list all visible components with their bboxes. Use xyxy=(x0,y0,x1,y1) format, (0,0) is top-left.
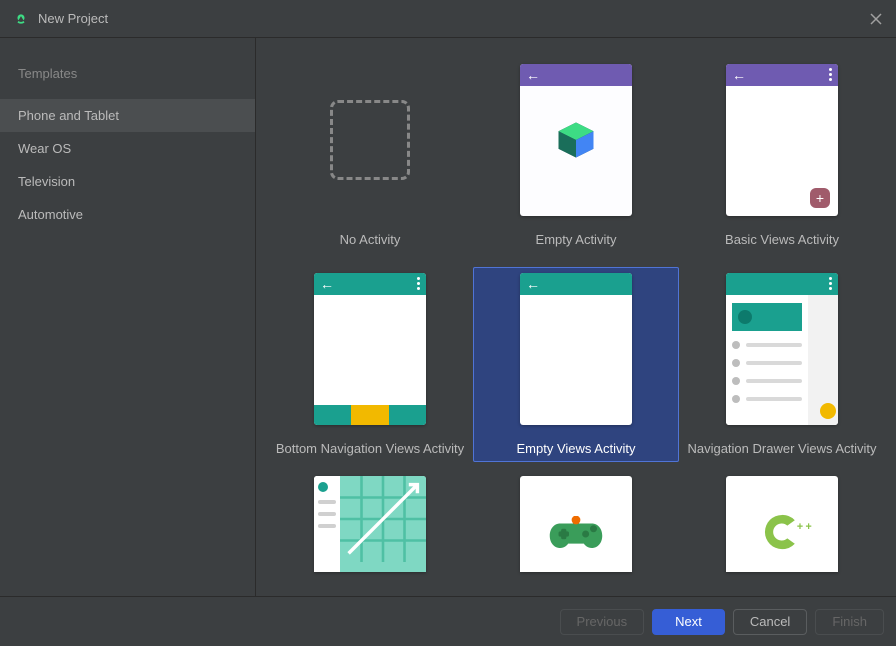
sidebar: Templates Phone and Tablet Wear OS Telev… xyxy=(0,38,256,596)
titlebar: New Project xyxy=(0,0,896,38)
template-game-activity[interactable] xyxy=(520,476,632,572)
template-label: No Activity xyxy=(340,232,401,247)
sidebar-item-automotive[interactable]: Automotive xyxy=(0,198,255,231)
android-studio-icon xyxy=(14,12,28,26)
appbar: ← xyxy=(520,273,632,295)
svg-text:+: + xyxy=(797,521,803,533)
cancel-button[interactable]: Cancel xyxy=(733,609,807,635)
template-native-cpp[interactable]: + + xyxy=(726,476,838,572)
appbar: ← xyxy=(726,64,838,86)
overflow-menu-icon xyxy=(829,277,832,290)
navigation-drawer xyxy=(726,295,808,425)
wizard-footer: Previous Next Cancel Finish xyxy=(0,596,896,646)
template-basic-views-activity[interactable]: ← + Basic Views Activity xyxy=(679,58,885,253)
back-arrow-icon: ← xyxy=(732,68,746,82)
appbar: ← xyxy=(520,64,632,86)
svg-text:+: + xyxy=(805,521,811,533)
template-empty-views-activity[interactable]: ← Empty Views Activity xyxy=(473,267,679,462)
template-label: Bottom Navigation Views Activity xyxy=(276,441,464,456)
fab-add-icon: + xyxy=(810,188,830,208)
overflow-menu-icon xyxy=(417,277,420,290)
avatar-icon xyxy=(738,310,752,324)
sidebar-heading: Templates xyxy=(0,58,255,99)
template-empty-activity[interactable]: ← Empty Activity xyxy=(473,58,679,253)
window-title: New Project xyxy=(38,11,108,26)
bottom-navigation-bar xyxy=(314,405,426,425)
cpp-icon: + + xyxy=(750,510,814,553)
back-arrow-icon: ← xyxy=(526,68,540,82)
template-label: Basic Views Activity xyxy=(725,232,839,247)
next-button[interactable]: Next xyxy=(652,609,725,635)
template-gallery: No Activity ← Empty Activity xyxy=(256,38,896,596)
template-label: Empty Views Activity xyxy=(517,441,636,456)
sidebar-item-phone-tablet[interactable]: Phone and Tablet xyxy=(0,99,255,132)
main-content: Templates Phone and Tablet Wear OS Telev… xyxy=(0,38,896,596)
fab-icon xyxy=(820,403,836,419)
appbar xyxy=(726,273,838,295)
template-bottom-navigation-views-activity[interactable]: ← Bottom Navigation Views Activity xyxy=(267,267,473,462)
game-controller-icon xyxy=(548,516,604,552)
template-responsive-views-activity[interactable] xyxy=(314,476,426,572)
compose-logo-icon xyxy=(555,119,597,161)
appbar: ← xyxy=(314,273,426,295)
sidebar-item-wear-os[interactable]: Wear OS xyxy=(0,132,255,165)
template-label: Navigation Drawer Views Activity xyxy=(687,441,876,456)
finish-button: Finish xyxy=(815,609,884,635)
template-label: Empty Activity xyxy=(536,232,617,247)
overflow-menu-icon xyxy=(829,68,832,81)
previous-button: Previous xyxy=(560,609,645,635)
no-activity-placeholder-icon xyxy=(330,100,410,180)
back-arrow-icon: ← xyxy=(320,277,334,291)
close-icon[interactable] xyxy=(868,11,884,27)
template-no-activity[interactable]: No Activity xyxy=(267,58,473,253)
template-row-partial: + + xyxy=(256,476,896,572)
back-arrow-icon: ← xyxy=(526,277,540,291)
sidebar-item-television[interactable]: Television xyxy=(0,165,255,198)
template-navigation-drawer-views-activity[interactable]: Navigation Drawer Views Activity xyxy=(679,267,885,462)
